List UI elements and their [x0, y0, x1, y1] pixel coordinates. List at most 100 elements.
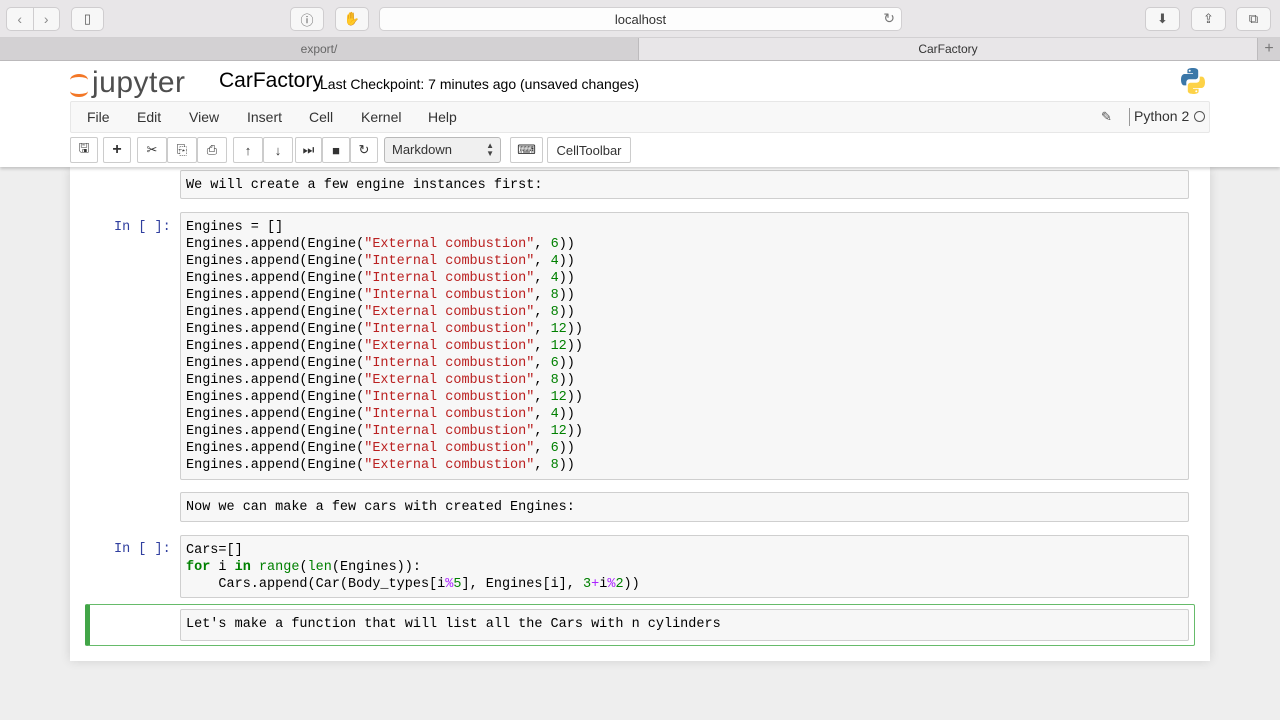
notebook-container: We will create a few engine instances fi… — [70, 167, 1210, 661]
input-prompt: In [ ]: — [114, 542, 171, 557]
code-line: Engines.append(Engine("External combusti… — [186, 458, 575, 473]
code-line: Engines.append(Engine("Internal combusti… — [186, 254, 575, 269]
code-line: Engines.append(Engine("External combusti… — [186, 237, 575, 252]
notebook-toolbar: 🖫 + ✂ ⎘ ⎙ ↑ ↓ ⏭ ■ ↻ Markdown ▲ ▼ ⌨ CellTo… — [70, 136, 1210, 164]
privacy-icon[interactable]: ⓘ — [290, 7, 324, 31]
paste-button[interactable]: ⎙ — [197, 137, 227, 163]
tab-export[interactable]: export/ — [0, 38, 639, 60]
number-literal: 6 — [550, 237, 559, 252]
menu-insert[interactable]: Insert — [247, 109, 282, 125]
code-line: for i in range(len(Engines)): — [186, 560, 421, 575]
jupyter-header: jupyter CarFactory Last Checkpoint: 7 mi… — [0, 61, 1280, 167]
number-literal: 12 — [550, 424, 567, 439]
number-literal: 4 — [550, 254, 559, 269]
markdown-cell[interactable]: Now we can make a few cars with created … — [180, 492, 1189, 522]
number-literal: 4 — [550, 407, 559, 422]
downloads-icon[interactable]: ⬇ — [1145, 7, 1180, 31]
url-text: localhost — [614, 11, 667, 27]
number-literal: 12 — [550, 390, 567, 405]
cell-type-select[interactable]: Markdown ▲ ▼ — [384, 137, 501, 163]
python-logo-icon — [1181, 68, 1205, 94]
jupyter-wordmark: jupyter — [92, 66, 186, 99]
address-bar[interactable]: localhost ↻ — [379, 7, 902, 31]
save-button[interactable]: 🖫 — [70, 137, 98, 163]
string-literal: "External combustion" — [364, 458, 535, 473]
cut-button[interactable]: ✂ — [137, 137, 167, 163]
string-literal: "External combustion" — [364, 339, 535, 354]
arrow-down-icon: ↓ — [274, 142, 282, 158]
forward-icon[interactable]: › — [32, 8, 60, 30]
number-literal: 4 — [550, 271, 559, 286]
code-line: Cars=[] — [186, 543, 243, 558]
scissors-icon: ✂ — [146, 142, 158, 157]
menu-view[interactable]: View — [189, 109, 219, 125]
move-up-button[interactable]: ↑ — [233, 137, 263, 163]
move-down-button[interactable]: ↓ — [263, 137, 293, 163]
browser-toolbar: ‹ › ▯ ⓘ ✋ localhost ↻ ⬇ ⇪ ⧉ — [0, 0, 1280, 38]
back-icon[interactable]: ‹ — [7, 8, 33, 30]
interrupt-button[interactable]: ■ — [322, 137, 350, 163]
cell-type-value: Markdown — [392, 142, 452, 157]
run-button[interactable]: ⏭ — [295, 137, 322, 163]
checkpoint-status: Last Checkpoint: 7 minutes ago (unsaved … — [320, 76, 640, 92]
copy-icon: ⎘ — [176, 142, 188, 157]
history-nav: ‹ › — [6, 7, 60, 31]
string-literal: "Internal combustion" — [364, 254, 535, 269]
celltoolbar-button[interactable]: CellToolbar — [547, 137, 631, 163]
tab-carfactory[interactable]: CarFactory — [639, 38, 1257, 60]
string-literal: "External combustion" — [364, 373, 535, 388]
kernel-idle-indicator-icon — [1194, 111, 1205, 122]
string-literal: "Internal combustion" — [364, 288, 535, 303]
menu-cell[interactable]: Cell — [309, 109, 333, 125]
extension-icon[interactable]: ✋ — [335, 7, 369, 31]
markdown-cell-selected[interactable]: Let's make a function that will list all… — [180, 609, 1189, 641]
stop-icon: ■ — [332, 142, 340, 158]
markdown-cell[interactable]: We will create a few engine instances fi… — [180, 170, 1189, 199]
code-cell-engines[interactable]: Engines = [] Engines.append(Engine("Exte… — [180, 212, 1189, 480]
jupyter-logo[interactable]: jupyter — [70, 65, 186, 101]
string-literal: "Internal combustion" — [364, 390, 535, 405]
menu-kernel[interactable]: Kernel — [361, 109, 401, 125]
code-line: Cars.append(Car(Body_types[i%5], Engines… — [186, 577, 640, 592]
string-literal: "External combustion" — [364, 441, 535, 456]
jupyter-orb-icon — [70, 70, 90, 97]
reload-icon[interactable]: ↻ — [883, 10, 895, 27]
keyboard-icon: ⌨ — [517, 142, 536, 157]
code-line: Engines.append(Engine("Internal combusti… — [186, 322, 583, 337]
number-literal: 6 — [550, 441, 559, 456]
copy-button[interactable]: ⎘ — [167, 137, 197, 163]
edit-mode-pencil-icon: ✎ — [1101, 109, 1112, 124]
code-line: Engines.append(Engine("Internal combusti… — [186, 271, 575, 286]
tabs-overview-icon[interactable]: ⧉ — [1236, 7, 1271, 31]
string-literal: "External combustion" — [364, 305, 535, 320]
code-line: Engines.append(Engine("Internal combusti… — [186, 390, 583, 405]
share-icon[interactable]: ⇪ — [1191, 7, 1226, 31]
code-line: Engines.append(Engine("Internal combusti… — [186, 288, 575, 303]
code-line: Engines.append(Engine("External combusti… — [186, 373, 575, 388]
string-literal: "External combustion" — [364, 237, 535, 252]
code-line: Engines.append(Engine("External combusti… — [186, 339, 583, 354]
markdown-text: We will create a few engine instances fi… — [186, 178, 543, 193]
input-prompt: In [ ]: — [114, 220, 171, 235]
markdown-text: Now we can make a few cars with created … — [186, 500, 575, 515]
code-cell-cars[interactable]: Cars=[] for i in range(len(Engines)): Ca… — [180, 535, 1189, 598]
code-line: Engines.append(Engine("Internal combusti… — [186, 356, 575, 371]
kernel-name[interactable]: Python 2 — [1129, 108, 1189, 126]
arrow-up-icon: ↑ — [244, 142, 252, 158]
insert-cell-button[interactable]: + — [103, 137, 131, 163]
code-line: Engines.append(Engine("External combusti… — [186, 441, 575, 456]
number-literal: 12 — [550, 322, 567, 337]
menu-edit[interactable]: Edit — [137, 109, 161, 125]
restart-button[interactable]: ↻ — [350, 137, 378, 163]
plus-icon: + — [112, 141, 122, 158]
number-literal: 8 — [550, 305, 559, 320]
menu-help[interactable]: Help — [428, 109, 457, 125]
command-palette-button[interactable]: ⌨ — [510, 137, 543, 163]
sidebar-toggle-icon[interactable]: ▯ — [71, 7, 104, 31]
restart-icon: ↻ — [358, 142, 370, 157]
new-tab-button[interactable]: + — [1257, 38, 1280, 60]
menu-file[interactable]: File — [87, 109, 110, 125]
number-literal: 6 — [550, 356, 559, 371]
step-forward-icon: ⏭ — [302, 142, 315, 157]
notebook-name[interactable]: CarFactory — [219, 69, 323, 93]
